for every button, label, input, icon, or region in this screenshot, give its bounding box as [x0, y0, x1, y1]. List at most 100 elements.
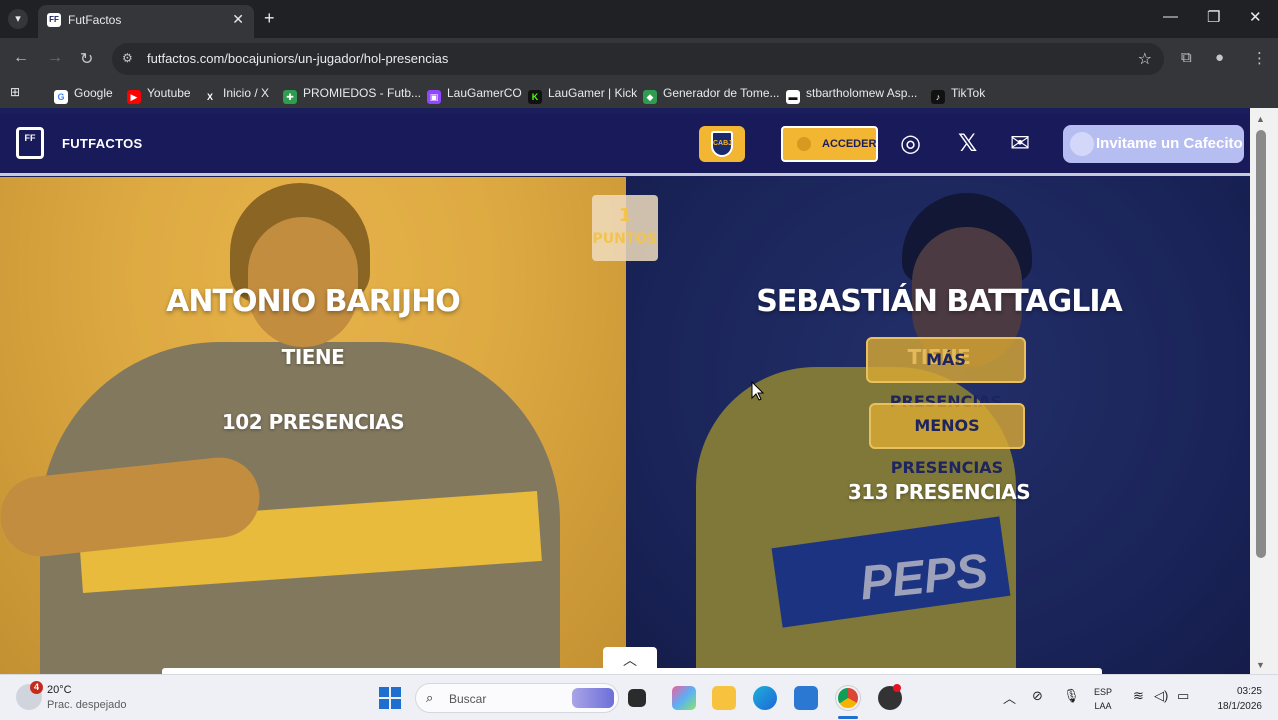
system-clock[interactable]: 03:25 18/1/2026: [1200, 684, 1263, 714]
browser-tab[interactable]: FF FutFactos ✕: [38, 5, 254, 38]
forward-icon[interactable]: →: [47, 49, 63, 67]
tab-title: FutFactos: [68, 13, 122, 27]
score-label: PUNTOS: [592, 231, 658, 247]
volume-icon[interactable]: ◁): [1154, 688, 1168, 704]
left-player-verb: TIENE: [281, 345, 345, 369]
address-bar[interactable]: ⚙ futfactos.com/bocajuniors/un-jugador/h…: [112, 43, 1164, 75]
bookmark-twitch[interactable]: ▣ LauGamerCO: [427, 86, 522, 104]
left-player-name: ANTONIO BARIJHO: [166, 284, 461, 319]
back-icon[interactable]: ←: [13, 49, 29, 67]
windows-start-icon[interactable]: [379, 687, 401, 709]
menu-icon[interactable]: ⋮: [1252, 49, 1267, 67]
language-indicator[interactable]: ESP LAA: [1094, 685, 1112, 713]
search-highlight-icon: [572, 688, 614, 708]
language-code: ESP: [1094, 687, 1113, 697]
instagram-icon[interactable]: ◎: [900, 130, 921, 158]
page-scrollbar[interactable]: ▲ ▼: [1250, 108, 1278, 674]
expand-drawer-button[interactable]: ︿: [603, 647, 657, 674]
site-header: FF FUTFACTOS CABJ ACCEDER ◎ 𝕏 ✉ Invitame…: [0, 114, 1250, 176]
browser-toolbar: ← → ↻ ⚙ futfactos.com/bocajuniors/un-jug…: [0, 38, 1278, 80]
more-appearances-button[interactable]: MÁS PRESENCIAS: [866, 337, 1026, 411]
bookmark-promiedos[interactable]: ✚ PROMIEDOS - Futb...: [283, 86, 421, 104]
cafecito-label: Invitame un Cafecito: [1096, 135, 1243, 152]
chrome-active-indicator: [838, 716, 858, 719]
edge-icon[interactable]: [753, 686, 777, 710]
bookmark-stbartholomew[interactable]: ▬ stbartholomew Asp...: [786, 86, 917, 104]
bookmark-x[interactable]: X Inicio / X: [203, 86, 269, 104]
clock-time: 03:25: [1236, 686, 1262, 697]
clock-date: 18/1/2026: [1217, 701, 1263, 712]
site-info-icon[interactable]: ⚙: [122, 51, 138, 67]
new-tab-button[interactable]: +: [264, 8, 275, 28]
boca-shield-icon: CABJ: [711, 131, 733, 157]
tray-app-icon[interactable]: ⊘: [1032, 688, 1043, 704]
restore-button[interactable]: ❐: [1207, 8, 1220, 26]
mouse-cursor-icon: [751, 381, 765, 401]
microphone-icon[interactable]: 🎙: [1063, 688, 1080, 704]
bookmark-kick[interactable]: K LauGamer | Kick: [528, 86, 637, 104]
minimize-button[interactable]: —: [1163, 8, 1178, 25]
wifi-icon[interactable]: ≋: [1133, 688, 1144, 704]
task-view-icon[interactable]: [628, 689, 646, 707]
battery-icon[interactable]: ▭: [1177, 688, 1189, 704]
promiedos-icon: ✚: [283, 90, 297, 104]
tab-search-button[interactable]: ▾: [8, 9, 28, 29]
scroll-up-icon[interactable]: ▲: [1256, 114, 1265, 124]
notification-dot: [893, 684, 901, 692]
chrome-icon[interactable]: [836, 686, 860, 710]
twitch-icon: ▣: [427, 90, 441, 104]
scrollbar-thumb[interactable]: [1256, 130, 1266, 558]
google-icon: G: [54, 90, 68, 104]
score-value: 1: [618, 205, 632, 226]
bookmark-generador[interactable]: ◆ Generador de Tome...: [643, 86, 780, 104]
search-icon: ⌕: [426, 690, 434, 705]
club-selector-button[interactable]: CABJ: [699, 126, 745, 162]
copilot-icon[interactable]: [672, 686, 696, 710]
futfactos-logo-icon[interactable]: FF: [16, 127, 44, 159]
weather-description[interactable]: Prac. despejado: [47, 699, 127, 711]
weather-temperature[interactable]: 20°C: [47, 684, 72, 696]
kick-icon: K: [528, 90, 542, 104]
bookmark-tiktok[interactable]: ♪ TikTok: [931, 86, 985, 104]
generator-icon: ◆: [643, 90, 657, 104]
right-player-name: SEBASTIÁN BATTAGLIA: [756, 284, 1123, 319]
tiktok-icon: ♪: [931, 90, 945, 104]
profile-icon[interactable]: ●: [1215, 49, 1224, 66]
x-icon: X: [203, 90, 217, 104]
weather-badge: 4: [30, 681, 43, 694]
score-box: 1 PUNTOS: [592, 195, 658, 261]
stbartholomew-icon: ▬: [786, 90, 800, 104]
reload-icon[interactable]: ↻: [80, 49, 93, 69]
right-player-panel: PEPS SEBASTIÁN BATTAGLIA TIENE MÁS PRESE…: [626, 177, 1250, 674]
browser-tab-strip: ▾ FF FutFactos ✕ + — ❐ ✕: [0, 0, 1278, 38]
close-window-button[interactable]: ✕: [1249, 8, 1262, 26]
left-player-stat: 102 PRESENCIAS: [221, 410, 405, 434]
scroll-down-icon[interactable]: ▼: [1256, 660, 1265, 670]
cafecito-button[interactable]: Invitame un Cafecito: [1063, 125, 1244, 163]
file-explorer-icon[interactable]: [712, 686, 736, 710]
search-placeholder: Buscar: [449, 692, 487, 706]
youtube-icon: ▶: [127, 90, 141, 104]
user-icon: [797, 137, 811, 151]
tab-close-icon[interactable]: ✕: [232, 11, 244, 28]
keyboard-layout: LAA: [1094, 701, 1112, 711]
url-text[interactable]: futfactos.com/bocajuniors/un-jugador/hol…: [147, 51, 448, 66]
apps-grid-icon[interactable]: ⊞: [10, 85, 20, 99]
bookmark-youtube[interactable]: ▶ Youtube: [127, 86, 191, 104]
bookmarks-bar: ⊞ G Google ▶ Youtube X Inicio / X ✚ PROMIEDO…: [0, 80, 1278, 108]
less-appearances-button[interactable]: MENOS PRESENCIAS: [869, 403, 1025, 477]
web-page: FF FUTFACTOS CABJ ACCEDER ◎ 𝕏 ✉ Invitame…: [0, 108, 1278, 674]
email-icon[interactable]: ✉: [1010, 130, 1030, 158]
bookmark-star-icon[interactable]: ☆: [1138, 49, 1152, 69]
right-player-stat: 313 PRESENCIAS: [847, 480, 1031, 504]
extensions-icon[interactable]: ⧉: [1181, 49, 1192, 66]
x-social-icon[interactable]: 𝕏: [958, 130, 977, 158]
taskbar-search[interactable]: ⌕ Buscar: [415, 683, 619, 713]
site-logo-text[interactable]: FUTFACTOS: [62, 136, 142, 151]
left-player-panel: ANTONIO BARIJHO TIENE 102 PRESENCIAS: [0, 177, 626, 674]
store-icon[interactable]: [794, 686, 818, 710]
bookmark-google[interactable]: G Google: [54, 86, 113, 104]
login-button[interactable]: ACCEDER: [781, 126, 878, 162]
futfactos-favicon: FF: [47, 13, 61, 27]
tray-overflow-icon[interactable]: ︿: [1003, 688, 1016, 707]
